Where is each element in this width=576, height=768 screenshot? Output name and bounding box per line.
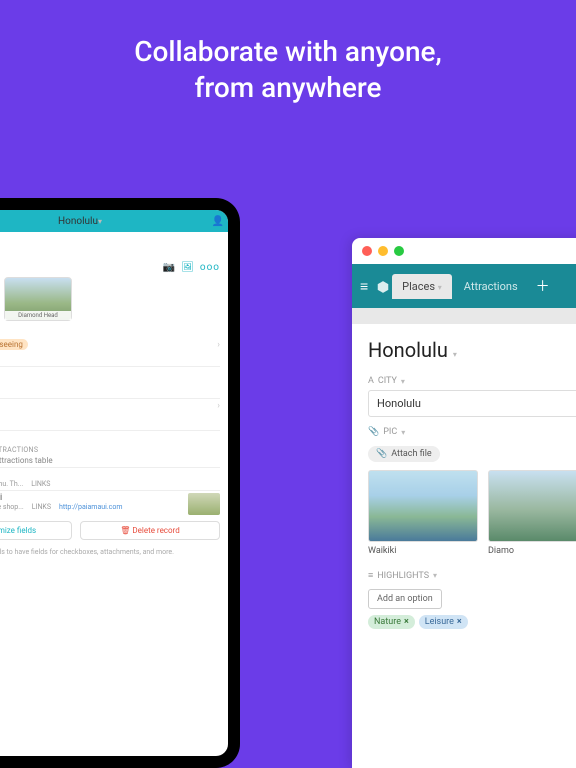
tab-places[interactable]: Places ▾	[392, 274, 452, 299]
city-input[interactable]	[368, 390, 576, 417]
city-field-label: A CITY ▾	[368, 376, 576, 386]
priority-field[interactable]: ●›	[0, 398, 220, 414]
more-icon[interactable]: ooo	[200, 262, 220, 273]
device-mockups: Honolulu ▾ 👤 E ulu 📷 🖼 ooo aikiki Beach …	[0, 182, 576, 768]
international-label: RNATIONAL	[0, 420, 220, 428]
link-hint: to a record in the Attractions table	[0, 456, 220, 465]
chevron-right-icon: ›	[217, 401, 220, 411]
maximize-icon[interactable]	[394, 246, 404, 256]
highlights-field-label: ≡ HIGHLIGHTS ▾	[368, 570, 576, 581]
pill-sightseeing[interactable]: 🔥 Sightseeing	[0, 339, 28, 350]
tablet-header: Honolulu ▾ 👤	[0, 210, 228, 232]
minimize-icon[interactable]	[378, 246, 388, 256]
thumbnail[interactable]: Diamond Head	[4, 277, 72, 321]
field-label: ?	[0, 356, 220, 364]
record-thumb	[188, 493, 220, 515]
hero-line1: Collaborate with anyone,	[0, 34, 576, 70]
close-icon[interactable]	[362, 246, 372, 256]
share-icon[interactable]: 👤	[212, 216, 224, 227]
tab-attractions[interactable]: Attractions	[454, 274, 528, 299]
remove-tag-icon: ×	[404, 617, 409, 627]
attachment-item[interactable]: Diamo	[488, 470, 576, 556]
hamburger-icon[interactable]: ≡	[360, 278, 368, 295]
window-controls	[352, 238, 576, 264]
hero-line2: from anywhere	[0, 70, 576, 106]
pic-toolbar: 📷 🖼 ooo	[163, 262, 220, 273]
thumbnail-row: aikiki Beach Diamond Head	[0, 277, 220, 321]
image-icon[interactable]: 🖼	[181, 262, 194, 273]
international-field[interactable]	[0, 430, 220, 440]
tablet-body: E ulu 📷 🖼 ooo aikiki Beach Diamond Head …	[0, 232, 228, 756]
attractions-label: VITIES, EVENTS, ATTRACTIONS	[0, 446, 220, 454]
tag-nature[interactable]: Nature ×	[368, 615, 415, 629]
highlights-label: LIGHTS	[0, 327, 220, 335]
app-logo-icon	[376, 279, 390, 293]
tablet-frame: Honolulu ▾ 👤 E ulu 📷 🖼 ooo aikiki Beach …	[0, 198, 240, 768]
attachment-item[interactable]: Waikiki	[368, 470, 478, 556]
add-tab-icon[interactable]: ＋	[536, 276, 550, 296]
highlights-pills[interactable]: ature 🔥 Sightseeing ›	[0, 339, 220, 350]
record-actions: ⚙ Customize fields 🗑 Delete record	[0, 521, 220, 540]
remove-tag-icon: ×	[457, 617, 462, 627]
paperclip-icon: 📎	[376, 449, 387, 459]
image-attachments: Waikiki Diamo	[368, 470, 576, 556]
record-panel: Honolulu ▾ A CITY ▾ 📎 PIC ▾ 📎 Attach fil…	[352, 324, 576, 768]
tablet-screen: Honolulu ▾ 👤 E ulu 📷 🖼 ooo aikiki Beach …	[0, 210, 228, 756]
footer-hint: customize your records to have fields fo…	[0, 548, 220, 556]
hero-headline: Collaborate with anyone, from anywhere	[0, 0, 576, 131]
attach-file-button[interactable]: 📎 Attach file	[368, 446, 440, 462]
attachment-icon: 📎	[368, 427, 379, 437]
pic-field-label: 📎 PIC ▾	[368, 427, 576, 437]
highlight-tags: Nature × Leisure ×	[368, 615, 576, 629]
record-title[interactable]: Honolulu ▾	[368, 338, 576, 362]
chevron-down-icon[interactable]: ▾	[98, 217, 102, 226]
city-value[interactable]: ulu	[0, 252, 220, 262]
attachment-preview	[488, 470, 576, 542]
priority-label: RITY	[0, 388, 220, 396]
checkbox-field[interactable]: ●	[0, 366, 220, 382]
list-icon: ≡	[368, 570, 373, 581]
field-label: E	[0, 242, 220, 250]
app-menubar: ≡ Places ▾ Attractions ＋	[352, 264, 576, 308]
linked-record[interactable]: he island of Mau'i ulu NOTES Peruse shop…	[0, 490, 220, 513]
chevron-right-icon[interactable]: ›	[217, 340, 220, 350]
attachment-preview	[368, 470, 478, 542]
delete-record-button[interactable]: 🗑 Delete record	[80, 521, 220, 540]
text-icon: A	[368, 376, 374, 386]
customize-fields-button[interactable]: ⚙ Customize fields	[0, 521, 72, 540]
camera-icon[interactable]: 📷	[163, 262, 175, 273]
desktop-window: ≡ Places ▾ Attractions ＋ Honolulu ▾ A CI…	[352, 238, 576, 768]
add-option-button[interactable]: Add an option	[368, 589, 442, 609]
linked-record[interactable]: i Palace ulu NOTES On Oahu. Th... LINKS	[0, 467, 220, 490]
toolbar-strip	[352, 308, 576, 324]
tag-leisure[interactable]: Leisure ×	[419, 615, 468, 629]
tablet-title[interactable]: Honolulu	[58, 216, 98, 227]
